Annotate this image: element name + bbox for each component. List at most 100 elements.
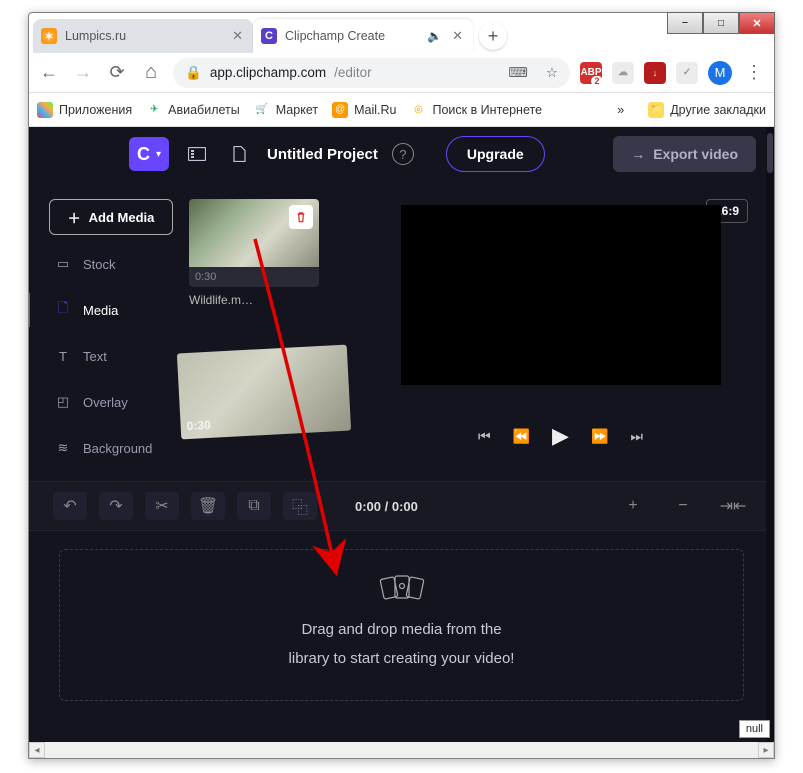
brand-logo-icon: C <box>137 144 150 165</box>
undo-button[interactable]: ↶ <box>53 492 87 520</box>
reload-button[interactable] <box>105 61 129 85</box>
delete-media-button[interactable] <box>289 205 313 229</box>
sidebar-item-media[interactable]: 🗋 Media <box>49 293 173 327</box>
brand-menu-button[interactable]: C ▾ <box>129 137 169 171</box>
chevron-down-icon: ▾ <box>156 149 161 160</box>
bookmark-avia[interactable]: ✈Авиабилеты <box>146 102 240 118</box>
horizontal-scrollbar[interactable]: ◂ ▸ <box>29 742 774 758</box>
timeline-toolbar: ↶ ↷ ✂ 🗑 ⧉ ⿻ 0:00 / 0:00 + − ⇥⇤ <box>29 481 774 531</box>
box-icon: ▭ <box>53 256 73 272</box>
favicon-icon: ✶ <box>41 28 57 44</box>
new-tab-button[interactable]: + <box>479 22 507 50</box>
tab-lumpics[interactable]: ✶ Lumpics.ru ✕ <box>33 19 253 53</box>
media-duration: 0:30 <box>189 267 319 287</box>
delete-button[interactable]: 🗑 <box>191 492 225 520</box>
lock-icon: 🔒 <box>185 65 202 81</box>
window-controls <box>667 12 775 34</box>
scroll-right-button[interactable]: ▸ <box>758 742 774 758</box>
media-thumbnail <box>189 199 319 267</box>
tab-clipchamp[interactable]: C Clipchamp Create 🔈 ✕ <box>253 19 473 53</box>
skip-start-button[interactable] <box>478 428 491 445</box>
upgrade-button[interactable]: Upgrade <box>446 136 545 172</box>
minimize-button[interactable] <box>667 12 703 34</box>
drag-ghost: 0:30 <box>177 345 351 440</box>
copy-button[interactable]: ⿻ <box>283 492 317 520</box>
bookmark-market[interactable]: 🛒Маркет <box>254 102 318 118</box>
sidebar-item-text[interactable]: T Text <box>49 339 173 373</box>
app-scrollbar[interactable] <box>766 127 774 742</box>
apps-button[interactable]: Приложения <box>37 102 132 118</box>
tab-title: Clipchamp Create <box>285 29 419 43</box>
preview-panel: 16:9 <box>365 199 756 465</box>
other-bookmarks-button[interactable]: 📁Другие закладки <box>648 102 766 118</box>
extension-icon[interactable]: ✓ <box>676 62 698 84</box>
sidebar: ＋ Add Media ▭ Stock 🗋 Media T Text ◰ <box>49 199 173 465</box>
zoom-out-button[interactable]: − <box>666 492 700 520</box>
url-host: app.clipchamp.com <box>210 65 326 80</box>
transport-controls <box>478 423 643 449</box>
media-cards-icon <box>378 572 426 607</box>
video-preview[interactable] <box>401 205 721 385</box>
skip-end-button[interactable] <box>630 428 643 445</box>
zoom-in-button[interactable]: + <box>616 492 650 520</box>
fit-timeline-button[interactable]: ⇥⇤ <box>716 492 750 520</box>
project-title[interactable]: Untitled Project <box>267 146 378 163</box>
back-button[interactable] <box>37 61 61 85</box>
bookmark-mailru[interactable]: @Mail.Ru <box>332 102 396 118</box>
favicon-icon: C <box>261 28 277 44</box>
url-path: /editor <box>334 65 372 80</box>
redo-button[interactable]: ↷ <box>99 492 133 520</box>
star-icon[interactable]: ☆ <box>546 65 558 81</box>
active-indicator <box>29 293 30 327</box>
timeline-dropzone[interactable]: Drag and drop media from the library to … <box>59 549 744 701</box>
media-item[interactable]: 0:30 <box>189 199 319 287</box>
fast-forward-button[interactable] <box>591 428 608 445</box>
address-bar[interactable]: 🔒 app.clipchamp.com/editor ⌨ ☆ <box>173 58 570 88</box>
extension-icon[interactable]: ☁ <box>612 62 634 84</box>
toolbar: 🔒 app.clipchamp.com/editor ⌨ ☆ ABP2 ☁ ↓ … <box>29 53 774 93</box>
browser-menu-button[interactable] <box>742 61 766 85</box>
dropzone-text-2: library to start creating your video! <box>289 648 515 671</box>
layers-icon: ≋ <box>53 440 73 456</box>
help-button[interactable]: ? <box>392 143 414 165</box>
sidebar-item-overlay[interactable]: ◰ Overlay <box>49 385 173 419</box>
export-video-button[interactable]: → Export video <box>613 136 756 172</box>
tab-title: Lumpics.ru <box>65 29 222 43</box>
forward-button[interactable] <box>71 61 95 85</box>
document-icon[interactable] <box>225 140 253 168</box>
text-icon: T <box>53 349 73 364</box>
split-button[interactable]: ✂ <box>145 492 179 520</box>
rewind-button[interactable] <box>513 428 530 445</box>
dropzone-text-1: Drag and drop media from the <box>301 619 501 642</box>
plus-icon: ＋ <box>68 208 81 227</box>
play-button[interactable] <box>552 423 569 449</box>
video-templates-icon[interactable] <box>183 140 211 168</box>
audio-icon[interactable]: 🔈 <box>427 29 442 43</box>
scrollbar-track[interactable] <box>45 743 758 757</box>
close-tab-button[interactable]: ✕ <box>230 28 245 44</box>
close-window-button[interactable] <box>739 12 775 34</box>
editor-mid: ＋ Add Media ▭ Stock 🗋 Media T Text ◰ <box>29 181 774 465</box>
media-library: 0:30 Wildlife.m… 0:30 <box>189 199 349 465</box>
maximize-button[interactable] <box>703 12 739 34</box>
home-button[interactable] <box>139 61 163 85</box>
arrow-right-icon: → <box>631 146 645 162</box>
bookmarks-bar: Приложения ✈Авиабилеты 🛒Маркет @Mail.Ru … <box>29 93 774 127</box>
scroll-left-button[interactable]: ◂ <box>29 742 45 758</box>
add-media-button[interactable]: ＋ Add Media <box>49 199 173 235</box>
browser-window: ✶ Lumpics.ru ✕ C Clipchamp Create 🔈 ✕ + … <box>28 12 775 759</box>
overlay-icon: ◰ <box>53 394 73 410</box>
media-filename: Wildlife.m… <box>189 293 349 307</box>
duplicate-button[interactable]: ⧉ <box>237 492 271 520</box>
profile-avatar[interactable]: M <box>708 61 732 85</box>
sidebar-item-stock[interactable]: ▭ Stock <box>49 247 173 281</box>
extension-abp-icon[interactable]: ABP2 <box>580 62 602 84</box>
bookmarks-overflow-button[interactable]: » <box>617 103 624 117</box>
close-tab-button[interactable]: ✕ <box>450 28 465 44</box>
translate-icon[interactable]: ⌨ <box>508 65 528 81</box>
tab-strip: ✶ Lumpics.ru ✕ C Clipchamp Create 🔈 ✕ + <box>29 13 774 53</box>
sidebar-item-background[interactable]: ≋ Background <box>49 431 173 465</box>
clipchamp-app: C ▾ Untitled Project ? Upgrade → Export … <box>29 127 774 742</box>
bookmark-search[interactable]: ◎Поиск в Интернете <box>410 102 542 118</box>
extension-pdf-icon[interactable]: ↓ <box>644 62 666 84</box>
